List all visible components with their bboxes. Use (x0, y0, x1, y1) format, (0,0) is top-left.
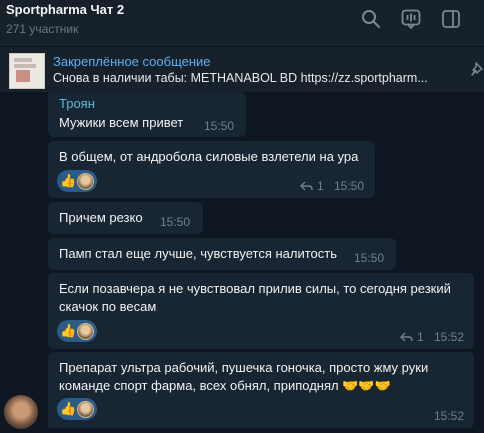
message-bubble[interactable]: Если позавчера я не чувствовал прилив си… (48, 273, 474, 349)
chat-title[interactable]: Sportpharma Чат 2 (6, 2, 124, 17)
thumbs-up-reaction: 👍 (60, 323, 77, 338)
search-icon[interactable] (360, 8, 382, 30)
message-bubble[interactable]: Причем резко 15:50 (48, 202, 203, 234)
reaction-badge[interactable]: 👍 (57, 320, 97, 342)
message-text: скачок по весам (59, 299, 157, 314)
message-bubble[interactable]: В общем, от андробола силовые взлетели н… (48, 141, 375, 198)
sender-avatar[interactable] (4, 395, 38, 429)
message-time: 15:52 (434, 330, 465, 344)
message-bubble[interactable]: Памп стал еще лучше, чувствуется налитос… (48, 238, 396, 270)
pinned-thumbnail (9, 53, 45, 89)
sidebar-toggle-icon[interactable] (440, 8, 462, 30)
reaction-badge[interactable]: 👍 (57, 398, 97, 420)
pinned-message-bar[interactable]: Закреплённое сообщение Снова в наличии т… (0, 46, 484, 92)
reply-count: 1 (317, 179, 324, 193)
reply-count: 1 (417, 330, 424, 344)
message-time: 15:50 (160, 215, 191, 229)
message-text: команде спорт фарма, всех обнял, приподн… (59, 378, 391, 393)
message-text: Препарат ультра рабочий, пушечка гоночка… (59, 360, 429, 375)
reactor-avatar (77, 322, 95, 340)
message-text: Мужики всем привет (59, 115, 184, 130)
member-count: 271 участник (6, 22, 79, 36)
reply-counter[interactable]: 1 (300, 179, 324, 193)
message-sender[interactable]: Троян (59, 96, 95, 111)
message-time: 15:50 (204, 119, 235, 133)
message-time: 15:50 (334, 179, 365, 193)
pinned-label: Закреплённое сообщение (53, 54, 211, 69)
message-text: Если позавчера я не чувствовал прилив си… (59, 281, 451, 296)
message-text: Причем резко (59, 210, 143, 225)
message-bubble[interactable]: Препарат ультра рабочий, пушечка гоночка… (48, 352, 474, 428)
reply-icon (300, 181, 313, 190)
message-bubble[interactable]: Троян Мужики всем привет 15:50 (48, 92, 246, 137)
pin-icon[interactable] (470, 61, 484, 77)
live-chat-icon[interactable] (400, 8, 422, 30)
chat-header: Sportpharma Чат 2 271 участник (0, 0, 484, 46)
message-text: В общем, от андробола силовые взлетели н… (59, 149, 359, 164)
pinned-text: Снова в наличии табы: METHANABOL BD http… (53, 71, 428, 85)
thumbs-up-reaction: 👍 (60, 401, 77, 416)
reactor-avatar (77, 400, 95, 418)
message-text: Памп стал еще лучше, чувствуется налитос… (59, 246, 338, 261)
message-time: 15:50 (354, 251, 385, 265)
reactor-avatar (77, 172, 95, 190)
reaction-badge[interactable]: 👍 (57, 170, 97, 192)
thumbs-up-reaction: 👍 (60, 173, 77, 188)
reply-counter[interactable]: 1 (400, 330, 424, 344)
reply-icon (400, 332, 413, 341)
message-time: 15:52 (434, 409, 465, 423)
